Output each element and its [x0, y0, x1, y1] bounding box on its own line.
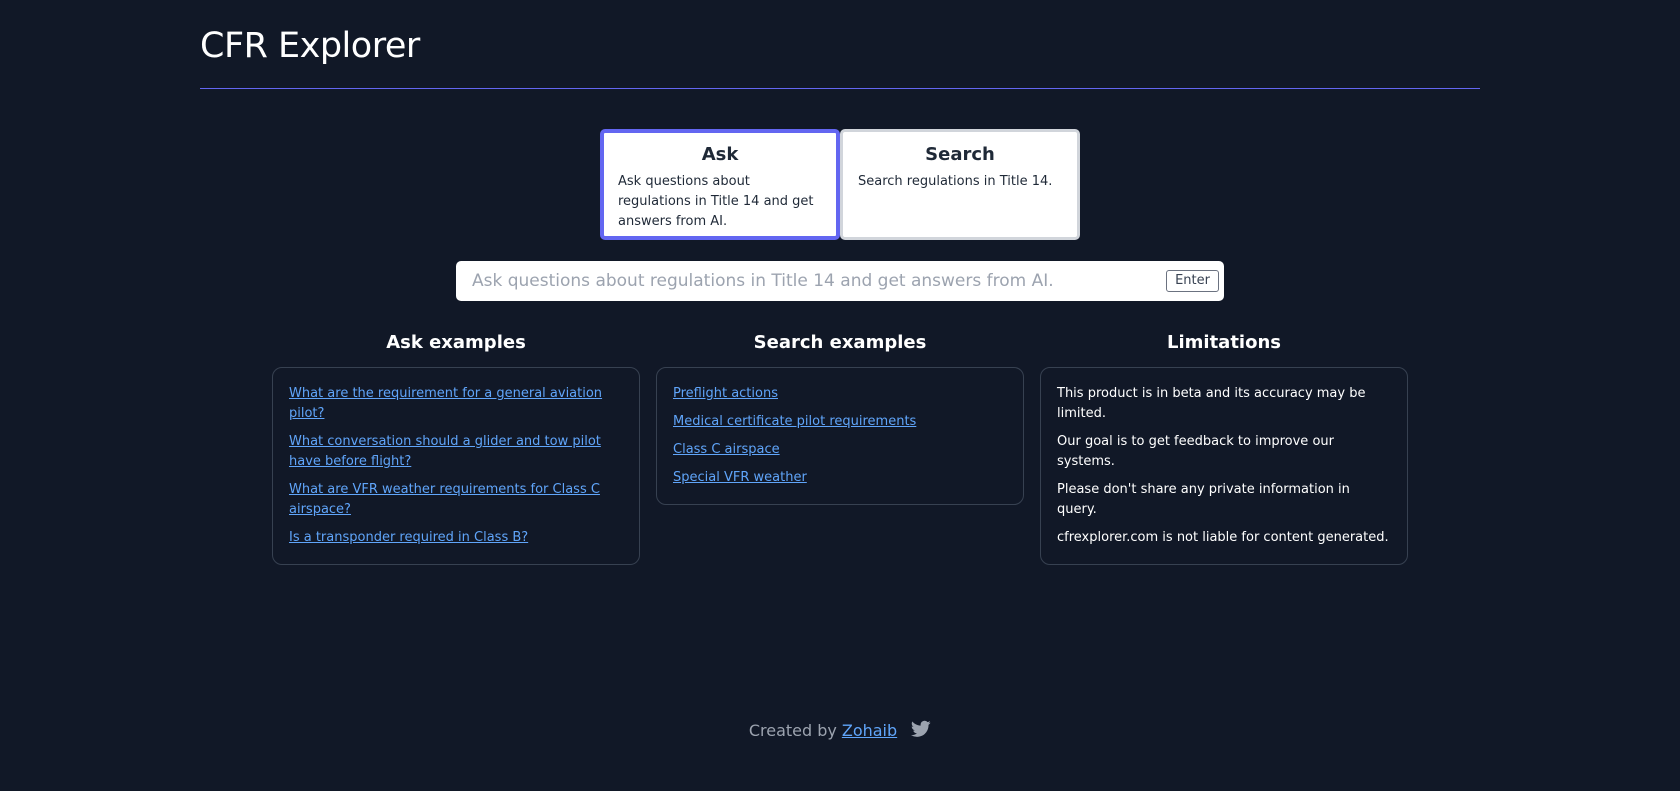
- query-bar: Enter: [456, 261, 1224, 301]
- search-examples-heading: Search examples: [753, 332, 927, 353]
- limitation-item: Our goal is to get feedback to improve o…: [1057, 434, 1334, 469]
- limitation-item: Please don't share any private informati…: [1057, 482, 1350, 517]
- info-columns: Ask examples What are the requirement fo…: [272, 331, 1408, 565]
- ask-examples-heading: Ask examples: [386, 332, 526, 353]
- search-example-link[interactable]: Medical certificate pilot requirements: [673, 412, 1007, 432]
- ask-example-link[interactable]: What are the requirement for a general a…: [289, 384, 623, 424]
- page-container: CFR Explorer Ask Ask questions about reg…: [200, 0, 1480, 565]
- limitation-item: This product is in beta and its accuracy…: [1057, 386, 1366, 421]
- title-divider: [200, 88, 1480, 89]
- ask-examples-column: Ask examples What are the requirement fo…: [272, 331, 640, 565]
- mode-switch: Ask Ask questions about regulations in T…: [600, 129, 1080, 240]
- footer: Created by Zohaib: [0, 720, 1680, 740]
- mode-card-search[interactable]: Search Search regulations in Title 14.: [840, 129, 1080, 240]
- enter-button[interactable]: Enter: [1166, 270, 1219, 292]
- mode-description: Search regulations in Title 14.: [858, 174, 1053, 189]
- mode-title: Ask: [701, 144, 739, 165]
- ask-examples-box: What are the requirement for a general a…: [272, 367, 640, 565]
- ask-example-link[interactable]: What are VFR weather requirements for Cl…: [289, 480, 623, 520]
- limitations-heading: Limitations: [1167, 332, 1281, 353]
- mode-card-ask[interactable]: Ask Ask questions about regulations in T…: [600, 129, 840, 240]
- mode-description: Ask questions about regulations in Title…: [618, 174, 814, 229]
- limitations-box: This product is in beta and its accuracy…: [1040, 367, 1408, 565]
- limitation-item: cfrexplorer.com is not liable for conten…: [1057, 530, 1389, 545]
- app-title: CFR Explorer: [200, 26, 420, 66]
- search-examples-column: Search examples Preflight actions Medica…: [656, 331, 1024, 565]
- mode-title: Search: [925, 144, 995, 165]
- ask-example-link[interactable]: What conversation should a glider and to…: [289, 432, 623, 472]
- footer-created-by: Created by: [748, 720, 837, 740]
- query-input[interactable]: [456, 271, 1167, 291]
- twitter-icon[interactable]: [911, 720, 931, 740]
- search-example-link[interactable]: Class C airspace: [673, 440, 1007, 460]
- ask-example-link[interactable]: Is a transponder required in Class B?: [289, 528, 623, 548]
- limitations-column: Limitations This product is in beta and …: [1040, 331, 1408, 565]
- search-examples-box: Preflight actions Medical certificate pi…: [656, 367, 1024, 505]
- search-example-link[interactable]: Special VFR weather: [673, 468, 1007, 488]
- search-example-link[interactable]: Preflight actions: [673, 384, 1007, 404]
- author-link[interactable]: Zohaib: [842, 721, 897, 740]
